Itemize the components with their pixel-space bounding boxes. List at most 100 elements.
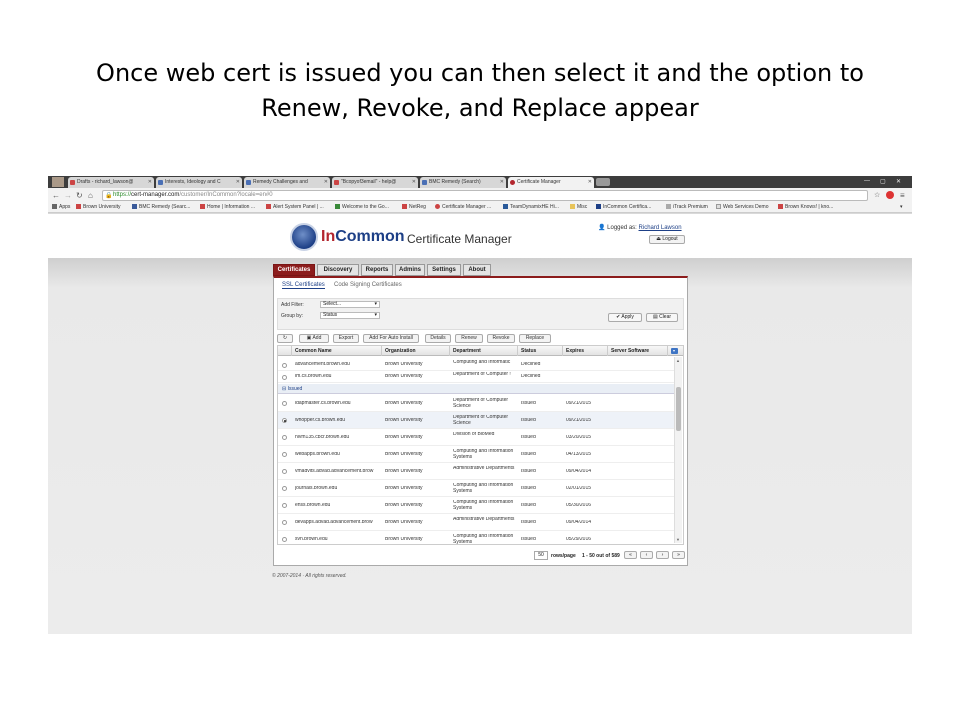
bookmark-incommon[interactable]: InCommon Certifica... xyxy=(596,204,651,210)
row-radio[interactable] xyxy=(282,503,287,508)
close-icon[interactable]: ✕ xyxy=(588,177,592,188)
chevron-down-icon[interactable]: ▾ xyxy=(900,204,903,210)
replace-button[interactable]: Replace xyxy=(519,334,551,343)
row-radio[interactable] xyxy=(282,435,287,440)
bookmark-cert-manager[interactable]: Certificate Manager ... xyxy=(435,204,491,210)
browser-tab-bmc[interactable]: BMC Remedy (Search) ✕ xyxy=(420,177,506,188)
clear-button[interactable]: ▤ Clear xyxy=(646,313,678,322)
group-by-select[interactable]: Status ▾ xyxy=(320,312,380,319)
last-page-button[interactable]: » xyxy=(672,551,685,559)
table-row[interactable]: vmadvlts.advad.advancement.brow Brown Uni… xyxy=(278,463,674,480)
group-header-issued[interactable]: ⊟ Issued xyxy=(278,384,674,394)
close-icon[interactable]: ✕ xyxy=(324,177,328,188)
tab-reports[interactable]: Reports xyxy=(361,264,393,276)
add-button[interactable]: ▣ Add xyxy=(299,334,329,343)
table-row[interactable]: svn.brown.edu Brown University Computing a… xyxy=(278,531,674,544)
menu-icon[interactable]: ≡ xyxy=(900,191,905,200)
row-radio[interactable] xyxy=(282,418,287,423)
close-icon[interactable]: ✕ xyxy=(500,177,504,188)
bookmark-itrack[interactable]: iTrack Premium xyxy=(666,204,708,210)
table-row[interactable]: ehss.brown.edu Brown University Computing … xyxy=(278,497,674,514)
browser-tab-remedy[interactable]: Remedy Challenges and ✕ xyxy=(244,177,330,188)
row-radio[interactable] xyxy=(282,537,287,542)
bookmark-teamdynamix[interactable]: TeamDynamixHE Hi... xyxy=(503,204,559,210)
prev-page-button[interactable]: ‹ xyxy=(640,551,653,559)
add-filter-select[interactable]: Select... ▾ xyxy=(320,301,380,308)
col-common-name[interactable]: Common Name xyxy=(292,346,382,356)
row-radio[interactable] xyxy=(282,486,287,491)
scroll-up-icon[interactable]: ▲ xyxy=(676,358,680,363)
tab-code-signing[interactable]: Code Signing Certificates xyxy=(334,282,402,288)
maximize-icon[interactable]: ▢ xyxy=(880,178,886,185)
profile-avatar[interactable] xyxy=(52,177,64,187)
minimize-icon[interactable]: — xyxy=(864,178,870,184)
bookmark-home[interactable]: Home | Information ... xyxy=(200,204,255,210)
bookmark-netreg[interactable]: NetReg xyxy=(402,204,426,210)
col-department[interactable]: Department xyxy=(450,346,518,356)
tab-settings[interactable]: Settings xyxy=(427,264,461,276)
table-row[interactable]: nlvm135.cbcr.brown.edu Brown University Di… xyxy=(278,429,674,446)
grid-scrollbar[interactable]: ▲ ▼ xyxy=(674,357,682,543)
tab-certificates[interactable]: Certificates xyxy=(273,264,315,276)
table-row[interactable]: devapps.advad.advancement.brow Brown Univ… xyxy=(278,514,674,531)
table-row[interactable]: ldapmaster.cs.brown.edu Brown University D… xyxy=(278,395,674,412)
browser-tab-help[interactable]: "Bcopyof3email" - help@ ✕ xyxy=(332,177,418,188)
refresh-button[interactable]: ↻ xyxy=(277,334,293,343)
row-radio[interactable] xyxy=(282,520,287,525)
apply-button[interactable]: ✔ Apply xyxy=(608,313,642,322)
home-icon[interactable]: ⌂ xyxy=(88,191,93,200)
user-link[interactable]: Richard Lawson xyxy=(639,225,682,231)
bookmark-welcome[interactable]: Welcome to the Go... xyxy=(335,204,389,210)
details-button[interactable]: Details xyxy=(425,334,451,343)
logout-button[interactable]: ⏏ Logout xyxy=(649,235,685,244)
bookmark-alert[interactable]: Alert System Panel | ... xyxy=(266,204,324,210)
row-radio[interactable] xyxy=(282,362,287,368)
close-icon[interactable]: ✕ xyxy=(236,177,240,188)
table-row[interactable]: im.cs.brown.edu Brown University Departmen… xyxy=(278,371,674,383)
scroll-down-icon[interactable]: ▼ xyxy=(676,537,680,542)
new-tab-button[interactable] xyxy=(596,178,610,186)
url-input[interactable]: 🔒 https://cert-manager.com/customer/InCo… xyxy=(102,190,868,201)
tab-about[interactable]: About xyxy=(463,264,491,276)
tab-ssl-certificates[interactable]: SSL Certificates xyxy=(282,282,325,289)
bookmark-misc[interactable]: Misc xyxy=(570,204,587,210)
close-icon[interactable]: ✕ xyxy=(148,177,152,188)
col-expires[interactable]: Expires xyxy=(563,346,608,356)
browser-tab-cert-manager[interactable]: Certificate Manager ✕ xyxy=(508,177,594,188)
table-row[interactable]: whopper.cs.brown.edu Brown University Depa… xyxy=(278,412,674,429)
table-row[interactable]: advancement.brown.edu Brown University Com… xyxy=(278,359,674,371)
reload-icon[interactable]: ↻ xyxy=(76,191,83,200)
row-radio[interactable] xyxy=(282,452,287,457)
forward-icon[interactable]: → xyxy=(64,191,72,200)
scroll-thumb[interactable] xyxy=(676,387,681,431)
renew-button[interactable]: Renew xyxy=(455,334,483,343)
export-button[interactable]: Export xyxy=(333,334,359,343)
browser-tab-interests[interactable]: Interests, Ideology and C ✕ xyxy=(156,177,242,188)
next-page-button[interactable]: › xyxy=(656,551,669,559)
window-close-icon[interactable]: ✕ xyxy=(896,178,901,185)
rows-per-page-input[interactable]: 50 xyxy=(534,551,548,560)
first-page-button[interactable]: « xyxy=(624,551,637,559)
bookmark-bmc[interactable]: BMC Remedy (Searc... xyxy=(132,204,190,210)
col-organization[interactable]: Organization xyxy=(382,346,450,356)
column-menu-icon[interactable] xyxy=(671,348,678,354)
browser-tab-drafts[interactable]: Drafts - richard_lawson@ ✕ xyxy=(68,177,154,188)
add-for-auto-install-button[interactable]: Add For Auto Install xyxy=(363,334,419,343)
bookmark-star-icon[interactable]: ☆ xyxy=(874,191,880,199)
col-server-software[interactable]: Server Software xyxy=(608,346,668,356)
tab-discovery[interactable]: Discovery xyxy=(317,264,359,276)
tab-admins[interactable]: Admins xyxy=(395,264,425,276)
row-radio[interactable] xyxy=(282,374,287,380)
col-status[interactable]: Status xyxy=(518,346,563,356)
extension-icon[interactable] xyxy=(886,191,894,199)
close-icon[interactable]: ✕ xyxy=(412,177,416,188)
bookmark-brown-knows[interactable]: Brown Knows! | kno... xyxy=(778,204,833,210)
bookmark-apps[interactable]: Apps xyxy=(52,204,70,210)
row-radio[interactable] xyxy=(282,401,287,406)
table-row[interactable]: webapps.brown.edu Brown University Computi… xyxy=(278,446,674,463)
bookmark-brown[interactable]: Brown University xyxy=(76,204,121,210)
back-icon[interactable]: ← xyxy=(52,191,60,200)
revoke-button[interactable]: Revoke xyxy=(487,334,515,343)
row-radio[interactable] xyxy=(282,469,287,474)
table-row[interactable]: journals.brown.edu Brown University Comput… xyxy=(278,480,674,497)
